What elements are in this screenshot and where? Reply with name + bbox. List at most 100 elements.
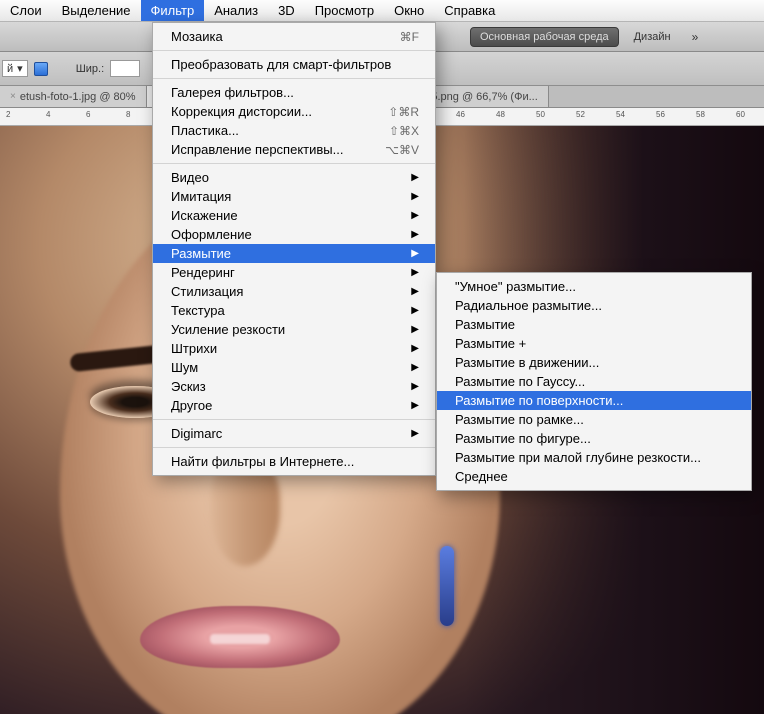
menu-выделение[interactable]: Выделение xyxy=(52,0,141,21)
menu-item-label: Рендеринг xyxy=(171,265,235,280)
submenu-arrow-icon: ▶ xyxy=(387,428,419,439)
menu-item-label: Среднее xyxy=(455,469,508,484)
menu-item-label: Другое xyxy=(171,398,212,413)
menu-item[interactable]: Другое▶ xyxy=(153,396,435,415)
menu-item-label: Коррекция дисторсии... xyxy=(171,104,312,119)
workspace-secondary[interactable]: Дизайн xyxy=(625,28,680,46)
menu-item-label: Текстура xyxy=(171,303,225,318)
ruler-mark: 46 xyxy=(456,110,465,119)
menu-item[interactable]: Галерея фильтров... xyxy=(153,83,435,102)
menu-item[interactable]: Размытие xyxy=(437,315,751,334)
menu-item[interactable]: Рендеринг ▶ xyxy=(153,263,435,282)
menu-слои[interactable]: Слои xyxy=(0,0,52,21)
menu-item[interactable]: Искажение▶ xyxy=(153,206,435,225)
canvas-content xyxy=(140,606,340,668)
menu-item[interactable]: Имитация▶ xyxy=(153,187,435,206)
menu-item[interactable]: Оформление ▶ xyxy=(153,225,435,244)
menu-item[interactable]: Преобразовать для смарт-фильтров xyxy=(153,55,435,74)
menu-item[interactable]: Размытие + xyxy=(437,334,751,353)
close-icon[interactable]: × xyxy=(10,91,16,102)
menu-item-label: Размытие по поверхности... xyxy=(455,393,623,408)
menu-item-label: Исправление перспективы... xyxy=(171,142,343,157)
submenu-arrow-icon: ▶ xyxy=(387,362,419,373)
menu-item[interactable]: Штрихи▶ xyxy=(153,339,435,358)
chevron-down-icon: ▾ xyxy=(17,62,23,75)
ruler-mark: 52 xyxy=(576,110,585,119)
ruler-mark: 56 xyxy=(656,110,665,119)
menu-item-label: Digimarc xyxy=(171,426,222,441)
menu-item[interactable]: Шум▶ xyxy=(153,358,435,377)
menu-item-label: "Умное" размытие... xyxy=(455,279,576,294)
menu-item[interactable]: Видео▶ xyxy=(153,168,435,187)
menu-item[interactable]: Усиление резкости ▶ xyxy=(153,320,435,339)
canvas-content xyxy=(440,546,454,626)
options-dropdown[interactable]: й ▾ xyxy=(2,60,28,77)
menu-item[interactable]: Эскиз▶ xyxy=(153,377,435,396)
menu-shortcut: ⌘F xyxy=(376,30,419,44)
menu-item[interactable]: Коррекция дисторсии... ⇧⌘R xyxy=(153,102,435,121)
menu-анализ[interactable]: Анализ xyxy=(204,0,268,21)
menu-просмотр[interactable]: Просмотр xyxy=(305,0,384,21)
menu-3d[interactable]: 3D xyxy=(268,0,305,21)
menu-item-label: Размытие xyxy=(455,317,515,332)
menu-shortcut: ⇧⌘X xyxy=(365,124,419,138)
menu-item[interactable]: Исправление перспективы... ⌥⌘V xyxy=(153,140,435,159)
ruler-mark: 8 xyxy=(126,110,130,119)
document-tab[interactable]: ×etush-foto-1.jpg @ 80% xyxy=(0,86,147,107)
menu-shortcut: ⌥⌘V xyxy=(361,143,419,157)
menu-item[interactable]: Радиальное размытие... xyxy=(437,296,751,315)
width-input[interactable] xyxy=(110,60,140,77)
menu-item[interactable]: Размытие по поверхности... xyxy=(437,391,751,410)
menu-item-label: Усиление резкости xyxy=(171,322,285,337)
menu-item[interactable]: Размытие▶ xyxy=(153,244,435,263)
menu-item[interactable]: Мозаика⌘F xyxy=(153,27,435,46)
menu-item[interactable]: Размытие по фигуре... xyxy=(437,429,751,448)
submenu-arrow-icon: ▶ xyxy=(387,324,419,335)
menu-item-label: Размытие в движении... xyxy=(455,355,599,370)
menu-item-label: Размытие по фигуре... xyxy=(455,431,591,446)
menu-separator xyxy=(153,163,435,164)
ruler-mark: 54 xyxy=(616,110,625,119)
submenu-arrow-icon: ▶ xyxy=(387,305,419,316)
menu-item[interactable]: Пластика... ⇧⌘X xyxy=(153,121,435,140)
menu-item-label: Видео xyxy=(171,170,209,185)
menu-item-label: Размытие при малой глубине резкости... xyxy=(455,450,701,465)
blur-submenu: "Умное" размытие... Радиальное размытие..… xyxy=(436,272,752,491)
submenu-arrow-icon: ▶ xyxy=(387,267,419,278)
menu-separator xyxy=(153,419,435,420)
filter-menu: Мозаика⌘F Преобразовать для смарт-фильтро… xyxy=(152,22,436,476)
workspace-primary[interactable]: Основная рабочая среда xyxy=(470,27,619,47)
ruler-mark: 58 xyxy=(696,110,705,119)
menu-item-label: Преобразовать для смарт-фильтров xyxy=(171,57,391,72)
menu-separator xyxy=(153,447,435,448)
menu-item[interactable]: Размытие в движении... xyxy=(437,353,751,372)
menu-item-label: Найти фильтры в Интернете... xyxy=(171,454,354,469)
workspace-more-icon[interactable]: » xyxy=(686,28,705,46)
submenu-arrow-icon: ▶ xyxy=(387,286,419,297)
ruler-mark: 48 xyxy=(496,110,505,119)
menu-item[interactable]: Digimarc ▶ xyxy=(153,424,435,443)
submenu-arrow-icon: ▶ xyxy=(387,229,419,240)
submenu-arrow-icon: ▶ xyxy=(387,381,419,392)
ruler-mark: 6 xyxy=(86,110,90,119)
menu-item-label: Оформление xyxy=(171,227,252,242)
menu-item[interactable]: Текстура ▶ xyxy=(153,301,435,320)
menu-shortcut: ⇧⌘R xyxy=(364,105,419,119)
menu-item[interactable]: Стилизация ▶ xyxy=(153,282,435,301)
menu-item[interactable]: Найти фильтры в Интернете... xyxy=(153,452,435,471)
menu-окно[interactable]: Окно xyxy=(384,0,434,21)
menu-item[interactable]: Среднее xyxy=(437,467,751,486)
menu-item-label: Размытие xyxy=(171,246,231,261)
menu-item[interactable]: Размытие по рамке... xyxy=(437,410,751,429)
ruler-mark: 4 xyxy=(46,110,50,119)
menu-item-label: Стилизация xyxy=(171,284,243,299)
menu-item-label: Пластика... xyxy=(171,123,239,138)
menu-item-label: Искажение xyxy=(171,208,238,223)
ruler-mark: 2 xyxy=(6,110,10,119)
menu-фильтр[interactable]: Фильтр xyxy=(141,0,205,21)
menu-справка[interactable]: Справка xyxy=(434,0,505,21)
menu-item[interactable]: Размытие при малой глубине резкости... xyxy=(437,448,751,467)
color-swatch-button[interactable] xyxy=(34,62,48,76)
menu-item[interactable]: "Умное" размытие... xyxy=(437,277,751,296)
menu-item[interactable]: Размытие по Гауссу... xyxy=(437,372,751,391)
